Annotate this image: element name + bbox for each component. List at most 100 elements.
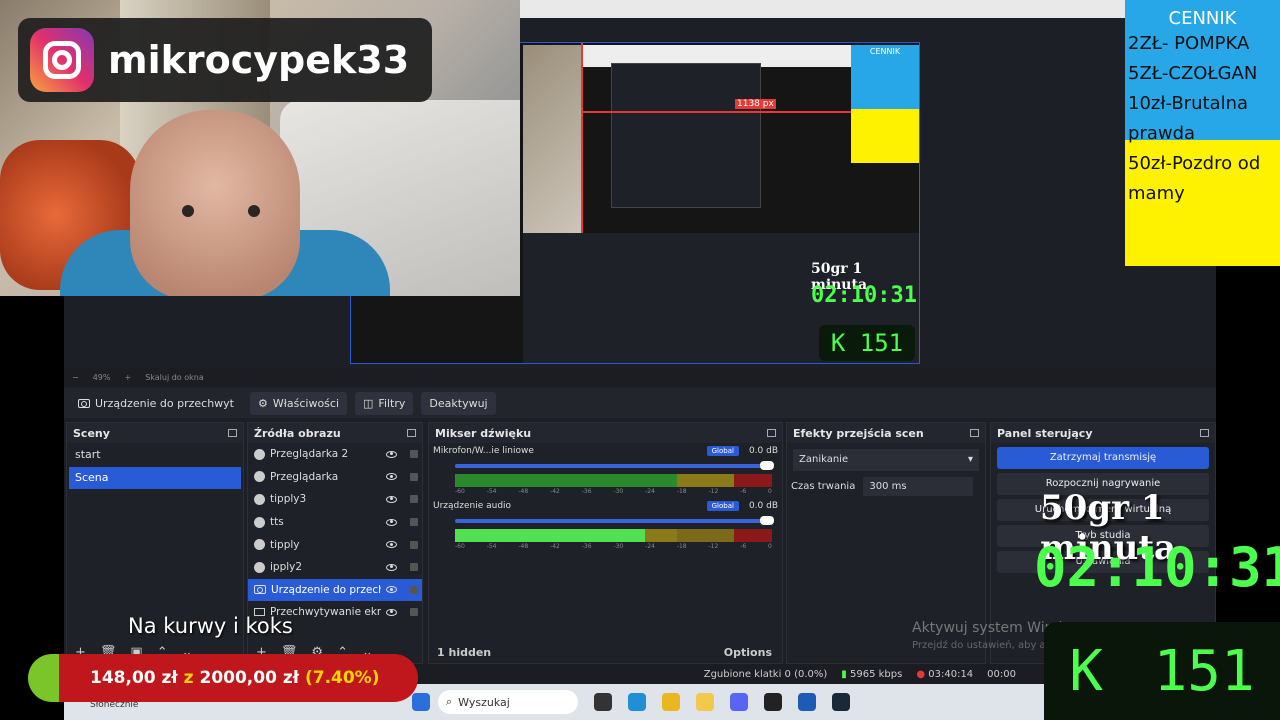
- stream-time: ● 03:40:14: [916, 669, 973, 680]
- chrome-icon[interactable]: [662, 693, 680, 711]
- taskbar-search[interactable]: ⌕ Wyszukaj: [438, 690, 578, 714]
- zoom-out-button[interactable]: −: [72, 373, 79, 382]
- source-label: ipply2: [270, 561, 303, 574]
- source-label: Przeglądarka: [270, 470, 339, 483]
- lock-icon[interactable]: [410, 540, 418, 549]
- transitions-header: Efekty przejścia scen: [787, 423, 985, 443]
- eye-icon[interactable]: [386, 541, 397, 549]
- undock-icon[interactable]: [1200, 429, 1209, 437]
- steam-icon[interactable]: [832, 693, 850, 711]
- source-item-selected[interactable]: Urządzenie do przechw: [248, 578, 422, 602]
- price-list-title: CENNIK: [1168, 8, 1237, 29]
- signal-icon: ▮: [841, 668, 847, 680]
- deactivate-button[interactable]: Deaktywuj: [421, 391, 496, 415]
- duration-label: Czas trwania: [791, 481, 856, 492]
- channel-name[interactable]: Mikrofon/W...ie liniowe: [433, 446, 534, 456]
- source-item[interactable]: ipply2: [248, 556, 422, 579]
- price-line: 10zł-Brutalna: [1128, 93, 1249, 114]
- record-time: 00:00: [987, 668, 1016, 680]
- counter-overlay: K 151: [1044, 622, 1280, 720]
- edge-icon[interactable]: [628, 693, 646, 711]
- lock-icon[interactable]: [410, 608, 418, 617]
- price-line: mamy: [1128, 183, 1185, 204]
- zoom-in-button[interactable]: +: [124, 373, 131, 382]
- lock-icon[interactable]: [410, 518, 418, 527]
- lock-icon[interactable]: [410, 563, 418, 572]
- stream-time-value: 03:40:14: [928, 668, 974, 680]
- options-button[interactable]: Options: [724, 646, 772, 659]
- global-badge: Global: [706, 446, 739, 456]
- eye-icon[interactable]: [386, 495, 397, 503]
- price-line: 50zł-Pozdro od: [1128, 153, 1261, 174]
- deactivate-label: Deaktywuj: [429, 396, 488, 410]
- eye-icon[interactable]: [386, 450, 397, 458]
- scale-to-window[interactable]: Skaluj do okna: [145, 373, 204, 382]
- lock-icon[interactable]: [410, 495, 418, 504]
- undock-icon[interactable]: [228, 429, 237, 437]
- volume-slider[interactable]: [455, 461, 774, 470]
- eye-icon[interactable]: [386, 473, 397, 481]
- duration-input[interactable]: 300 ms: [863, 477, 974, 496]
- preview-guide-line: [583, 111, 851, 113]
- undock-icon[interactable]: [767, 429, 776, 437]
- level-meter: [455, 474, 772, 487]
- price-list-overlay: CENNIK 2ZŁ- POMPKA 5ZŁ-CZOŁGAN 10zł-Brut…: [1125, 0, 1280, 266]
- transitions-title: Efekty przejścia scen: [793, 426, 924, 440]
- eye-icon[interactable]: [386, 563, 397, 571]
- stop-streaming-button[interactable]: Zatrzymaj transmisję: [997, 447, 1209, 469]
- mixer-channel-mic: Mikrofon/W...ie liniowe Global 0.0 dB -60-…: [429, 443, 782, 498]
- properties-button[interactable]: ⚙ Właściwości: [250, 391, 348, 415]
- live-dot-icon: ●: [916, 668, 926, 680]
- preview-counter: K 151: [819, 325, 915, 361]
- channel-name[interactable]: Urządzenie audio: [433, 501, 511, 511]
- eye-icon[interactable]: [386, 608, 397, 616]
- counter-value: 151: [1153, 638, 1255, 704]
- source-item[interactable]: tts: [248, 511, 422, 534]
- filter-icon: ◫: [363, 396, 374, 410]
- eye-icon[interactable]: [386, 586, 397, 594]
- transition-select[interactable]: Zanikanie ▾: [793, 449, 979, 471]
- source-item[interactable]: tipply: [248, 533, 422, 556]
- scene-item-scena[interactable]: Scena: [69, 467, 241, 489]
- task-view-icon[interactable]: [594, 693, 612, 711]
- source-item[interactable]: Przeglądarka 2: [248, 443, 422, 466]
- selected-source: Urządzenie do przechwyt: [70, 392, 242, 415]
- source-item[interactable]: tipply3: [248, 488, 422, 511]
- donation-goal-bar: 148,00 zł z 2000,00 zł (7.40%): [28, 654, 418, 702]
- preview-px-label: 1138 px: [735, 99, 776, 109]
- windows-start-icon[interactable]: [412, 693, 430, 711]
- folder-icon[interactable]: [696, 693, 714, 711]
- chevron-down-icon: ▾: [967, 454, 973, 465]
- timer-clock-overlay: 02:10:31: [1034, 536, 1280, 599]
- camera-icon: [254, 585, 266, 595]
- globe-icon: [254, 516, 265, 528]
- lock-icon[interactable]: [410, 450, 418, 459]
- scene-item-start[interactable]: start: [69, 444, 241, 466]
- source-label: tipply3: [270, 493, 307, 506]
- lock-icon[interactable]: [410, 472, 418, 481]
- globe-icon: [254, 561, 265, 573]
- controls-header: Panel sterujący: [991, 423, 1215, 443]
- discord-icon[interactable]: [730, 693, 748, 711]
- eye-icon[interactable]: [386, 518, 397, 526]
- lock-icon[interactable]: [410, 585, 418, 594]
- undock-icon[interactable]: [970, 429, 979, 437]
- volume-slider[interactable]: [455, 516, 774, 525]
- undock-icon[interactable]: [407, 429, 416, 437]
- price-line: prawda: [1128, 123, 1196, 144]
- instagram-handle: mikrocypek33: [108, 38, 410, 82]
- selected-source-label: Urządzenie do przechwyt: [95, 396, 234, 410]
- source-item[interactable]: Przeglądarka: [248, 466, 422, 489]
- audio-mixer-dock: Mikser dźwięku Mikrofon/W...ie liniowe Gl…: [428, 422, 783, 664]
- channel-db: 0.0 dB: [748, 501, 778, 511]
- meter-ticks: -60 -54 -48 -42 -36 -30 -24 -18 -12 -6 0: [455, 488, 772, 495]
- globe-icon: [254, 539, 265, 551]
- mixer-header: Mikser dźwięku: [429, 423, 782, 443]
- scenes-title: Sceny: [73, 426, 110, 440]
- app-icon[interactable]: [798, 693, 816, 711]
- filters-button[interactable]: ◫ Filtry: [355, 391, 414, 415]
- obs-icon[interactable]: [764, 693, 782, 711]
- hidden-count[interactable]: 1 hidden: [437, 646, 491, 659]
- goal-z: z: [183, 668, 194, 688]
- goal-current: 148,00 zł: [90, 668, 178, 688]
